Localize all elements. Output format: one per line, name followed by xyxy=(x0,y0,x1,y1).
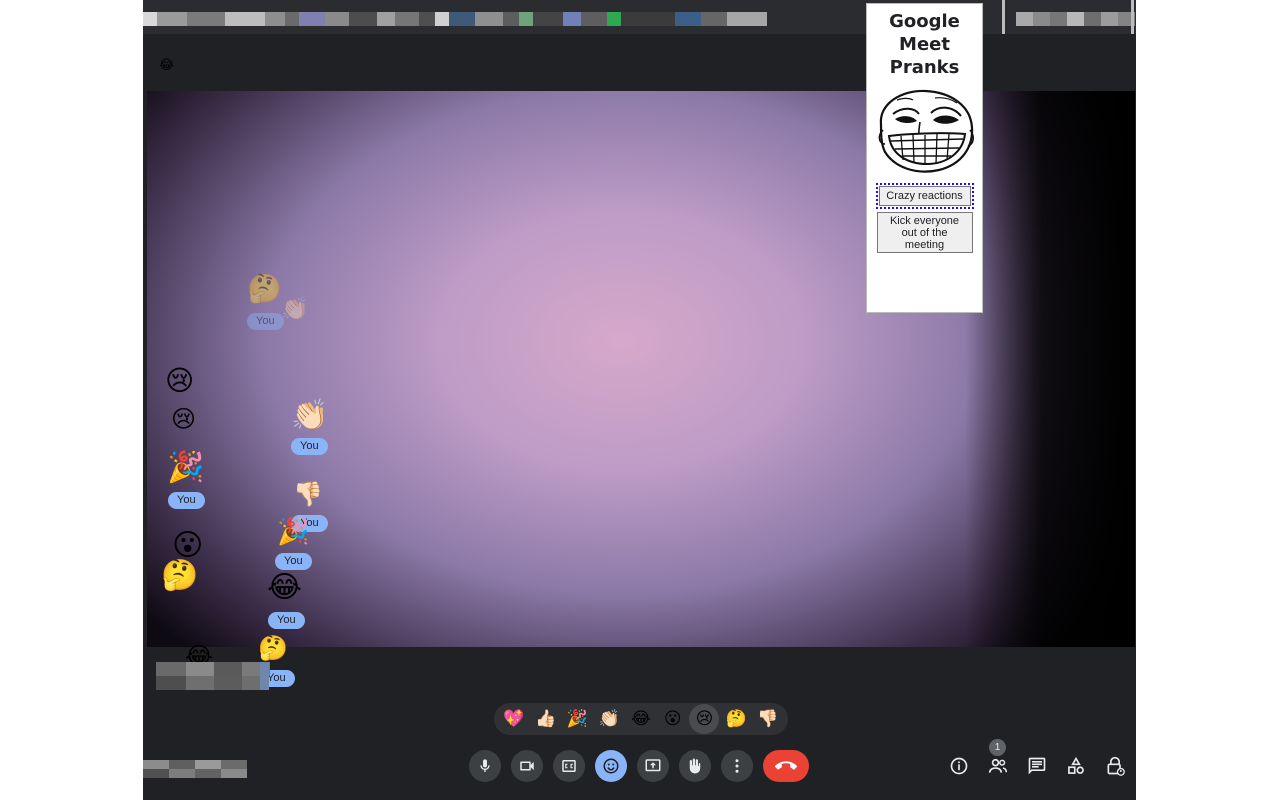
raise-hand-icon xyxy=(689,758,701,774)
extension-popup-frame xyxy=(1002,0,1134,34)
reaction-clapping-hands-button[interactable]: 👏🏻 xyxy=(594,704,624,734)
you-label: You xyxy=(291,438,328,455)
tab-strip-block xyxy=(265,12,285,26)
you-label: You xyxy=(275,553,312,570)
more-options-icon xyxy=(735,759,739,773)
end-call-icon xyxy=(775,761,797,770)
shapes-icon xyxy=(1068,756,1084,774)
tab-strip-block xyxy=(503,12,519,26)
participant-name-redacted xyxy=(156,662,270,690)
more-options-button[interactable] xyxy=(721,750,753,782)
smiley-icon xyxy=(603,758,619,774)
people-icon xyxy=(988,758,1008,773)
closed-captions-icon xyxy=(562,760,576,772)
self-video-feed: 🤔 You 👏🏻 😢 😢 👏🏻 You 🎉 You 👎🏻 You 🎉 You 😮… xyxy=(147,91,1135,647)
floating-reaction-emoji: 🤔 xyxy=(258,634,288,662)
floating-reaction-emoji: 🤔 xyxy=(161,558,199,593)
floating-reaction-emoji: 😮 xyxy=(172,528,204,563)
host-controls-button[interactable] xyxy=(1103,753,1127,779)
tab-strip-block xyxy=(449,12,475,26)
reaction-crying-face-button[interactable]: 😢 xyxy=(689,704,720,734)
floating-reaction-emoji: 😂 xyxy=(267,570,303,605)
end-call-button[interactable] xyxy=(763,750,809,782)
floating-reaction-emoji: 🎉 xyxy=(167,450,205,485)
people-button[interactable]: 1 xyxy=(986,739,1010,779)
call-controls xyxy=(469,750,809,782)
side-controls: 1 xyxy=(947,739,1127,779)
troll-face-image xyxy=(878,89,974,173)
lock-person-icon xyxy=(1107,756,1125,776)
present-screen-button[interactable] xyxy=(637,750,669,782)
crazy-reactions-button[interactable]: Crazy reactions xyxy=(875,183,974,209)
tab-strip-block xyxy=(299,12,325,26)
tab-strip-block xyxy=(349,12,377,26)
reaction-thinking-face-button[interactable]: 🤔 xyxy=(721,704,751,734)
reactions-button[interactable] xyxy=(595,750,627,782)
you-label: You xyxy=(268,612,305,629)
microphone-button[interactable] xyxy=(469,750,501,782)
tab-strip-block xyxy=(475,12,503,26)
video-camera-icon xyxy=(520,761,534,771)
tab-strip-block xyxy=(325,12,349,26)
tab-strip-block xyxy=(395,12,419,26)
tab-strip-block xyxy=(143,12,157,26)
tab-strip-block xyxy=(377,12,395,26)
floating-reaction-emoji: 👎🏻 xyxy=(293,480,323,508)
reaction-sparkling-heart-button[interactable]: 💖 xyxy=(499,704,529,734)
reaction-surprised-face-button[interactable]: 😮 xyxy=(658,704,688,734)
meet-window: 😂 🤔 You 👏🏻 😢 😢 👏🏻 You 🎉 You 👎🏻 You 🎉 You… xyxy=(143,0,1136,800)
you-label: You xyxy=(247,313,284,330)
browser-tab-strip xyxy=(143,0,1136,34)
popup-title: Google Meet Pranks xyxy=(889,11,960,78)
captions-button[interactable] xyxy=(553,750,585,782)
tab-strip-block xyxy=(701,12,727,26)
reaction-thumbs-up-button[interactable]: 👍🏻 xyxy=(531,704,561,734)
tab-strip-block xyxy=(533,12,563,26)
meeting-code-redacted xyxy=(143,760,247,778)
tab-strip-block xyxy=(727,12,767,26)
people-count-badge: 1 xyxy=(989,739,1006,756)
tab-strip-block xyxy=(435,12,449,26)
reaction-thumbs-down-button[interactable]: 👎🏻 xyxy=(753,704,783,734)
tab-strip-block xyxy=(563,12,581,26)
reaction-tears-of-joy-button[interactable]: 😂 xyxy=(626,704,656,734)
floating-reaction-emoji: 👏🏻 xyxy=(281,297,309,322)
tab-strip-block xyxy=(607,12,621,26)
floating-reaction-emoji: 😢 xyxy=(165,364,195,397)
tab-strip-block xyxy=(225,12,265,26)
camera-button[interactable] xyxy=(511,750,543,782)
meeting-title-emoji: 😂 xyxy=(159,58,175,73)
activities-button[interactable] xyxy=(1064,753,1088,779)
tab-strip-block xyxy=(419,12,435,26)
present-screen-icon xyxy=(645,759,661,772)
reaction-party-popper-button[interactable]: 🎉 xyxy=(562,704,592,734)
floating-reaction-emoji: 😢 xyxy=(171,405,197,433)
tab-strip-block xyxy=(285,12,299,26)
tab-strip-block xyxy=(157,12,187,26)
extension-popup: Google Meet Pranks Crazy reactions Kick … xyxy=(866,3,983,313)
tab-strip-block xyxy=(621,12,675,26)
floating-reaction-emoji: 👏🏻 xyxy=(291,398,329,433)
meeting-details-button[interactable] xyxy=(947,753,971,779)
floating-reaction-emoji: 🎉 xyxy=(277,517,310,547)
tab-strip-block xyxy=(581,12,607,26)
video-dark-edge xyxy=(965,91,1135,647)
reaction-bar: 💖 👍🏻 🎉 👏🏻 😂 😮 😢 🤔 👎🏻 xyxy=(494,703,788,735)
tab-strip-block xyxy=(519,12,533,26)
chat-icon xyxy=(1028,757,1046,775)
tab-strip-block xyxy=(187,12,225,26)
raise-hand-button[interactable] xyxy=(679,750,711,782)
info-icon xyxy=(950,757,968,775)
kick-everyone-button[interactable]: Kick everyone out of the meeting xyxy=(876,212,973,253)
floating-reaction-emoji: 🤔 xyxy=(247,272,282,305)
chat-button[interactable] xyxy=(1025,753,1049,779)
you-label: You xyxy=(168,492,205,509)
tab-strip-block xyxy=(675,12,701,26)
microphone-icon xyxy=(480,759,490,772)
